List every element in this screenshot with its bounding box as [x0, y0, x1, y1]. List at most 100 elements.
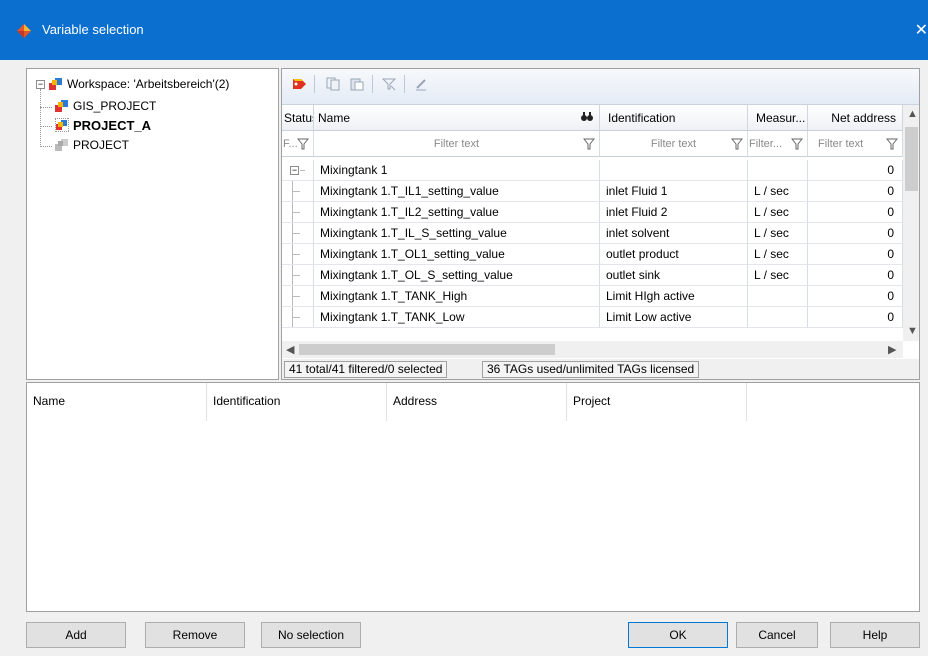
name-cell: Mixingtank 1.T_OL1_setting_value [314, 244, 600, 265]
net-address-cell: 0 [808, 244, 903, 265]
column-header-name[interactable]: Name [27, 383, 207, 421]
scroll-right-icon[interactable]: ▶ [888, 343, 896, 356]
remove-button[interactable]: Remove [145, 622, 245, 648]
filter-identification[interactable]: Filter text [600, 131, 748, 157]
name-cell: Mixingtank 1.T_OL_S_setting_value [314, 265, 600, 286]
column-header-identification[interactable]: Identification [600, 105, 748, 131]
table-row[interactable]: Mixingtank 1.T_IL_S_setting_value inlet … [282, 223, 903, 244]
measure-cell [748, 286, 808, 307]
column-header-measure[interactable]: Measur... [748, 105, 808, 131]
cancel-button[interactable]: Cancel [736, 622, 818, 648]
identification-cell: Limit Low active [600, 307, 748, 328]
scroll-left-icon[interactable]: ◀ [286, 343, 294, 356]
name-cell: Mixingtank 1.T_IL2_setting_value [314, 202, 600, 223]
filter-text: F... [283, 137, 298, 150]
column-header-status[interactable]: Status [282, 105, 314, 131]
net-address-cell: 0 [808, 286, 903, 307]
measure-cell: L / sec [748, 223, 808, 244]
net-address-cell: 0 [808, 265, 903, 286]
table-row[interactable]: Mixingtank 1.T_TANK_High Limit HIgh acti… [282, 286, 903, 307]
identification-cell: inlet solvent [600, 223, 748, 244]
tree-item-project-a[interactable]: PROJECT_A [55, 116, 151, 134]
table-row[interactable]: Mixingtank 1.T_IL1_setting_value inlet F… [282, 181, 903, 202]
grid-status-bar: 41 total/41 filtered/0 selected 36 TAGs … [282, 359, 919, 379]
close-button[interactable]: ✕ [912, 16, 928, 46]
tree-label: PROJECT_A [73, 117, 152, 133]
project-tree: − Workspace: 'Arbeitsbereich'(2) GIS_PRO… [26, 68, 279, 380]
column-header-identification[interactable]: Identification [207, 383, 387, 421]
project-inactive-icon [55, 139, 68, 151]
grid-toolbar [282, 69, 919, 105]
selected-variables-list[interactable]: Name Identification Address Project [26, 382, 920, 612]
filter-text: Filter text [818, 137, 864, 150]
scroll-up-icon[interactable]: ▲ [907, 108, 918, 120]
measure-cell [748, 160, 808, 181]
filter-status[interactable]: F... [282, 131, 314, 157]
app-logo-icon [17, 24, 31, 38]
filter-icon[interactable] [583, 138, 595, 150]
horizontal-scrollbar[interactable]: ◀ ▶ [282, 341, 903, 358]
ok-button[interactable]: OK [628, 622, 728, 648]
collapse-icon[interactable]: − [290, 165, 299, 175]
edit-icon[interactable] [410, 73, 432, 95]
identification-cell: outlet sink [600, 265, 748, 286]
tree-connector [40, 146, 52, 147]
net-address-cell: 0 [808, 202, 903, 223]
paste-icon[interactable] [346, 73, 368, 95]
status-cell [282, 181, 314, 202]
title-bar: Variable selection ✕ [0, 0, 928, 60]
project-icon [55, 118, 69, 132]
tree-item-project[interactable]: PROJECT [55, 136, 129, 154]
window-title: Variable selection [42, 22, 144, 37]
column-header-net-address[interactable]: Net address [808, 105, 903, 131]
scrollbar-thumb[interactable] [299, 344, 555, 355]
filter-clear-icon[interactable] [378, 73, 400, 95]
scroll-down-icon[interactable]: ▼ [907, 325, 918, 337]
status-cell: − [282, 160, 314, 181]
workspace-icon [49, 78, 62, 90]
filter-net-address[interactable]: Filter text [808, 131, 903, 157]
header-label: Name [318, 110, 351, 125]
table-row[interactable]: Mixingtank 1.T_OL_S_setting_value outlet… [282, 265, 903, 286]
tree-connector [40, 89, 41, 147]
tree-root-workspace[interactable]: − Workspace: 'Arbeitsbereich'(2) [36, 75, 229, 93]
status-cell [282, 307, 314, 328]
table-row[interactable]: Mixingtank 1.T_IL2_setting_value inlet F… [282, 202, 903, 223]
net-address-cell: 0 [808, 223, 903, 244]
collapse-icon[interactable]: − [36, 79, 45, 89]
identification-cell: inlet Fluid 2 [600, 202, 748, 223]
column-header-project[interactable]: Project [567, 383, 747, 421]
column-header-address[interactable]: Address [387, 383, 567, 421]
vertical-scrollbar[interactable]: ▲ ▼ [903, 105, 919, 341]
binoculars-icon[interactable] [581, 112, 593, 122]
tag-icon[interactable] [288, 73, 310, 95]
scrollbar-thumb[interactable] [905, 127, 918, 191]
filter-icon[interactable] [886, 138, 898, 150]
table-row[interactable]: Mixingtank 1.T_OL1_setting_value outlet … [282, 244, 903, 265]
net-address-cell: 0 [808, 181, 903, 202]
filter-name[interactable]: Filter text [314, 131, 600, 157]
status-cell [282, 223, 314, 244]
header-label: Net address [831, 110, 896, 125]
filter-icon[interactable] [731, 138, 743, 150]
license-info: 36 TAGs used/unlimited TAGs licensed [482, 361, 700, 378]
tree-item-gis-project[interactable]: GIS_PROJECT [55, 97, 156, 115]
filter-measure[interactable]: Filter... [748, 131, 808, 157]
table-row[interactable]: Mixingtank 1.T_TANK_Low Limit Low active… [282, 307, 903, 341]
tree-label: PROJECT [73, 138, 130, 152]
name-cell: Mixingtank 1.T_TANK_High [314, 286, 600, 307]
measure-cell [748, 307, 808, 328]
column-header-name[interactable]: Name [314, 105, 600, 131]
add-button[interactable]: Add [26, 622, 126, 648]
filter-icon[interactable] [791, 138, 803, 150]
copy-icon[interactable] [322, 73, 344, 95]
net-address-cell: 0 [808, 307, 903, 328]
variable-grid: Status Name Identification Measur... Net… [281, 68, 920, 380]
help-button[interactable]: Help [830, 622, 920, 648]
name-cell: Mixingtank 1.T_IL_S_setting_value [314, 223, 600, 244]
table-row[interactable]: − Mixingtank 1 0 [282, 160, 903, 181]
status-cell [282, 244, 314, 265]
name-cell: Mixingtank 1.T_TANK_Low [314, 307, 600, 328]
no-selection-button[interactable]: No selection [261, 622, 361, 648]
filter-icon[interactable] [297, 138, 309, 150]
